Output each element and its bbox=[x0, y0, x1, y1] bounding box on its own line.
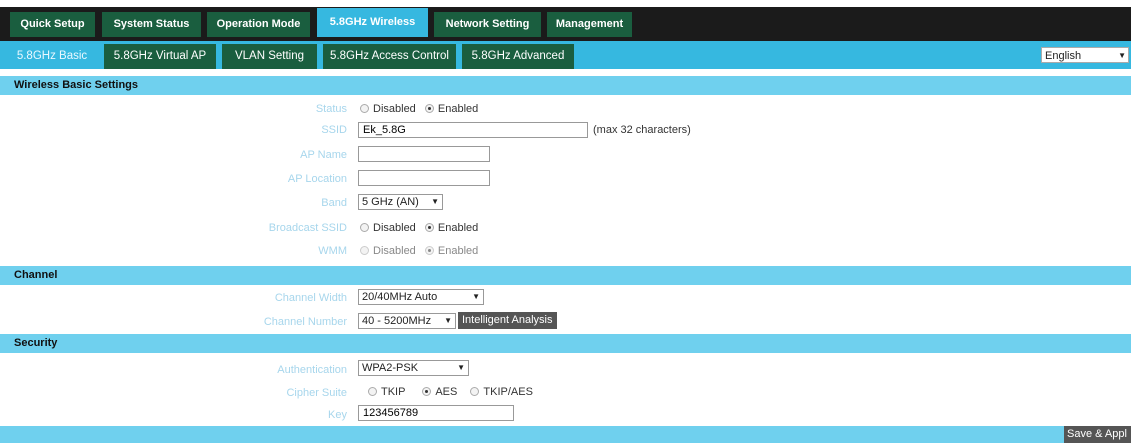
chevron-down-icon: ▼ bbox=[444, 316, 452, 325]
chevron-down-icon: ▼ bbox=[431, 197, 439, 206]
broadcast-enabled-label: Enabled bbox=[437, 222, 479, 234]
subtab-access-control[interactable]: 5.8GHz Access Control bbox=[323, 44, 456, 69]
channel-number-value: 40 - 5200MHz bbox=[362, 315, 432, 327]
ap-name-input[interactable] bbox=[358, 146, 490, 162]
status-disabled-label: Disabled bbox=[373, 103, 416, 115]
ap-location-label: AP Location bbox=[287, 173, 347, 185]
band-label: Band bbox=[321, 197, 347, 209]
top-nav: Quick Setup System Status Operation Mode… bbox=[0, 0, 1131, 41]
subtab-vlan-setting[interactable]: VLAN Setting bbox=[222, 44, 317, 69]
cipher-tkip-radio[interactable] bbox=[368, 387, 377, 396]
chevron-down-icon: ▼ bbox=[457, 363, 465, 372]
tab-network-setting[interactable]: Network Setting bbox=[434, 12, 541, 37]
channel-number-label: Channel Number bbox=[263, 316, 347, 328]
wmm-disabled-radio bbox=[360, 246, 369, 255]
wmm-enabled-label: Enabled bbox=[437, 245, 479, 257]
tab-management[interactable]: Management bbox=[547, 12, 632, 37]
authentication-select[interactable]: WPA2-PSK ▼ bbox=[358, 360, 469, 376]
status-label: Status bbox=[315, 103, 347, 115]
section-channel: Channel bbox=[0, 266, 1131, 285]
ssid-hint: (max 32 characters) bbox=[593, 124, 691, 136]
subtab-5-8ghz-advanced[interactable]: 5.8GHz Advanced bbox=[462, 44, 574, 69]
status-disabled-radio[interactable] bbox=[360, 104, 369, 113]
status-enabled-radio[interactable] bbox=[424, 104, 434, 113]
cipher-aes-radio[interactable] bbox=[422, 387, 432, 396]
sub-nav: 5.8GHz Basic 5.8GHz Virtual AP VLAN Sett… bbox=[0, 41, 1131, 69]
cipher-tkip-label: TKIP bbox=[381, 386, 406, 398]
chevron-down-icon: ▼ bbox=[1118, 51, 1126, 60]
tab-operation-mode[interactable]: Operation Mode bbox=[207, 12, 310, 37]
section-security: Security bbox=[0, 334, 1131, 353]
broadcast-disabled-radio[interactable] bbox=[360, 223, 369, 232]
cipher-suite-label: Cipher Suite bbox=[286, 387, 347, 399]
status-enabled-label: Enabled bbox=[437, 103, 479, 115]
subtab-5-8ghz-basic[interactable]: 5.8GHz Basic bbox=[6, 44, 98, 69]
wmm-label: WMM bbox=[318, 245, 347, 257]
cipher-suite-radios: TKIP AES TKIP/AES bbox=[368, 386, 533, 398]
ap-location-input[interactable] bbox=[358, 170, 490, 186]
language-value: English bbox=[1045, 50, 1082, 62]
channel-width-label: Channel Width bbox=[274, 292, 347, 304]
save-apply-button[interactable]: Save & Appl bbox=[1064, 426, 1131, 443]
ssid-label: SSID bbox=[321, 124, 347, 136]
wmm-enabled-radio bbox=[424, 246, 434, 255]
cipher-tkip-aes-label: TKIP/AES bbox=[483, 386, 533, 398]
status-radios: Disabled Enabled bbox=[360, 103, 478, 115]
tab-quick-setup[interactable]: Quick Setup bbox=[10, 12, 95, 37]
tab-system-status[interactable]: System Status bbox=[102, 12, 201, 37]
channel-width-value: 20/40MHz Auto bbox=[362, 291, 438, 303]
cipher-aes-label: AES bbox=[435, 386, 458, 398]
tab-5-8ghz-wireless[interactable]: 5.8GHz Wireless bbox=[317, 8, 428, 37]
band-select[interactable]: 5 GHz (AN) ▼ bbox=[358, 194, 443, 210]
broadcast-ssid-label: Broadcast SSID bbox=[268, 222, 347, 234]
broadcast-disabled-label: Disabled bbox=[373, 222, 416, 234]
section-wireless-basic: Wireless Basic Settings bbox=[0, 76, 1131, 95]
channel-number-select[interactable]: 40 - 5200MHz ▼ bbox=[358, 313, 456, 329]
broadcast-ssid-radios: Disabled Enabled bbox=[360, 222, 478, 234]
language-select[interactable]: English ▼ bbox=[1041, 47, 1129, 63]
ssid-input[interactable] bbox=[358, 122, 588, 138]
broadcast-enabled-radio[interactable] bbox=[424, 223, 434, 232]
wmm-radios: Disabled Enabled bbox=[360, 245, 478, 257]
cipher-tkip-aes-radio[interactable] bbox=[470, 387, 480, 396]
ap-name-label: AP Name bbox=[300, 149, 347, 161]
authentication-value: WPA2-PSK bbox=[362, 362, 419, 374]
intelligent-analysis-button[interactable]: Intelligent Analysis bbox=[458, 312, 557, 329]
authentication-label: Authentication bbox=[277, 364, 347, 376]
chevron-down-icon: ▼ bbox=[472, 292, 480, 301]
wmm-disabled-label: Disabled bbox=[373, 245, 416, 257]
key-label: Key bbox=[328, 409, 347, 421]
channel-width-select[interactable]: 20/40MHz Auto ▼ bbox=[358, 289, 484, 305]
bottom-bar bbox=[0, 426, 1131, 443]
key-input[interactable] bbox=[358, 405, 514, 421]
band-value: 5 GHz (AN) bbox=[362, 196, 419, 208]
subtab-virtual-ap[interactable]: 5.8GHz Virtual AP bbox=[104, 44, 216, 69]
